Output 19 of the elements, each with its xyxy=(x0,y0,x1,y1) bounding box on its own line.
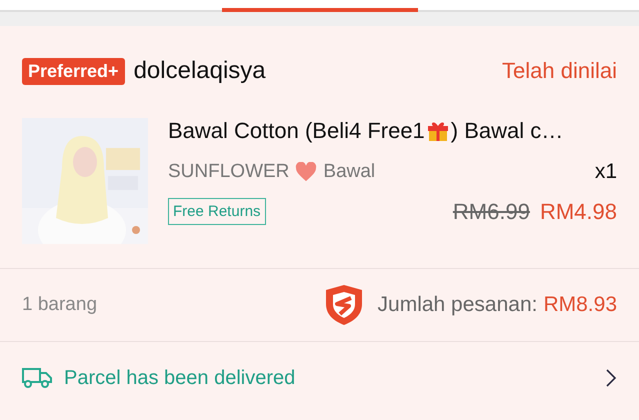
original-price: RM6.99 xyxy=(452,198,530,224)
price: RM4.98 xyxy=(540,198,617,224)
total-label: Jumlah pesanan: xyxy=(378,293,538,317)
shield-icon xyxy=(324,284,364,326)
delivery-status: Parcel has been delivered xyxy=(64,366,296,390)
total-amount: RM8.93 xyxy=(543,293,617,317)
quantity: x1 xyxy=(594,160,617,184)
variation-text: SUNFLOWER xyxy=(168,161,290,183)
heart-icon xyxy=(295,162,318,182)
item-count: 1 barang xyxy=(22,294,98,316)
shop-name[interactable]: dolcelaqisya xyxy=(134,57,266,85)
truck-icon xyxy=(22,367,52,389)
product-title: Bawal Cotton (Beli4 Free1 xyxy=(168,118,425,144)
order-status: Telah dinilai xyxy=(502,58,617,84)
product-title: ) Bawal c… xyxy=(450,118,564,144)
preferred-badge: Preferred+ xyxy=(22,58,125,84)
variation-text: Bawal xyxy=(323,161,376,183)
free-returns-tag: Free Returns xyxy=(168,198,266,225)
chevron-right-icon xyxy=(605,368,617,388)
